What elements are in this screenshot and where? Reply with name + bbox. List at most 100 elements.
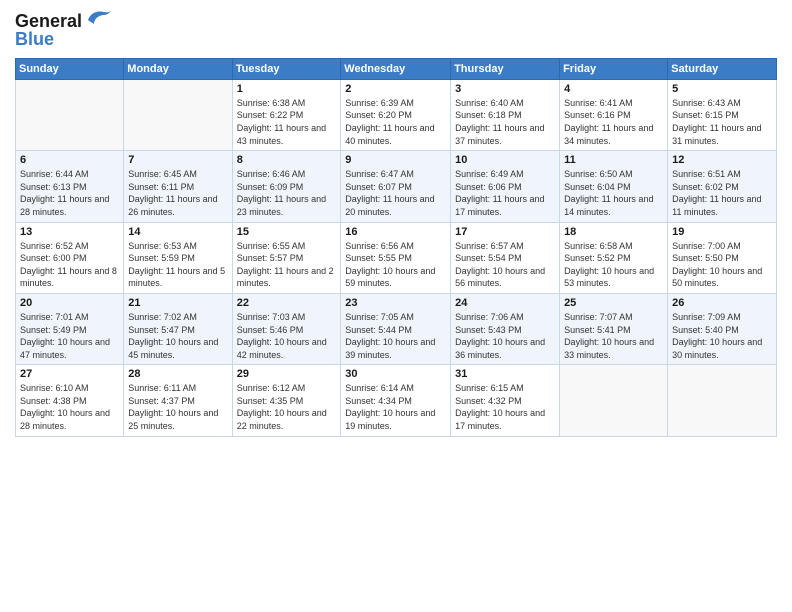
day-detail-13: Sunrise: 6:52 AMSunset: 6:00 PMDaylight:… <box>20 240 119 290</box>
day-number-16: 16 <box>345 226 446 238</box>
day-number-30: 30 <box>345 368 446 380</box>
day-detail-3: Sunrise: 6:40 AMSunset: 6:18 PMDaylight:… <box>455 97 555 147</box>
calendar-day-5: 5Sunrise: 6:43 AMSunset: 6:15 PMDaylight… <box>668 79 777 150</box>
day-number-3: 3 <box>455 83 555 95</box>
day-number-17: 17 <box>455 226 555 238</box>
page: General Blue SundayMondayTuesdayWedne <box>0 0 792 612</box>
weekday-header-tuesday: Tuesday <box>232 58 341 79</box>
calendar-day-1: 1 Sunrise: 6:38 AMSunset: 6:22 PMDaylight… <box>232 79 341 150</box>
weekday-header-sunday: Sunday <box>16 58 124 79</box>
day-number-31: 31 <box>455 368 555 380</box>
calendar-day-16: 16Sunrise: 6:56 AMSunset: 5:55 PMDayligh… <box>341 222 451 293</box>
day-detail-30: Sunrise: 6:14 AMSunset: 4:34 PMDaylight:… <box>345 382 446 432</box>
day-detail-23: Sunrise: 7:05 AMSunset: 5:44 PMDaylight:… <box>345 311 446 361</box>
calendar-day-29: 29 Sunrise: 6:12 AMSunset: 4:35 PMDayligh… <box>232 365 341 436</box>
calendar-day-20: 20 Sunrise: 7:01 AMSunset: 5:49 PMDayligh… <box>16 293 124 364</box>
calendar-day-28: 28 Sunrise: 6:11 AMSunset: 4:37 PMDayligh… <box>124 365 232 436</box>
calendar-day-19: 19 Sunrise: 7:00 AMSunset: 5:50 PMDayligh… <box>668 222 777 293</box>
day-number-20: 20 <box>20 297 119 309</box>
calendar-day-11: 11 Sunrise: 6:50 AMSunset: 6:04 PMDayligh… <box>560 151 668 222</box>
day-detail-10: Sunrise: 6:49 AMSunset: 6:06 PMDaylight:… <box>455 168 555 218</box>
day-detail-17: Sunrise: 6:57 AMSunset: 5:54 PMDaylight:… <box>455 240 555 290</box>
day-number-4: 4 <box>564 83 663 95</box>
day-detail-6: Sunrise: 6:44 AMSunset: 6:13 PMDaylight:… <box>20 168 119 218</box>
day-number-2: 2 <box>345 83 446 95</box>
calendar-day-26: 26 Sunrise: 7:09 AMSunset: 5:40 PMDayligh… <box>668 293 777 364</box>
day-number-29: 29 <box>237 368 337 380</box>
day-detail-28: Sunrise: 6:11 AMSunset: 4:37 PMDaylight:… <box>128 382 227 432</box>
day-number-10: 10 <box>455 154 555 166</box>
calendar-day-25: 25Sunrise: 7:07 AMSunset: 5:41 PMDayligh… <box>560 293 668 364</box>
day-number-11: 11 <box>564 154 663 166</box>
day-detail-19: Sunrise: 7:00 AMSunset: 5:50 PMDaylight:… <box>672 240 772 290</box>
day-detail-22: Sunrise: 7:03 AMSunset: 5:46 PMDaylight:… <box>237 311 337 361</box>
calendar-week-4: 20 Sunrise: 7:01 AMSunset: 5:49 PMDayligh… <box>16 293 777 364</box>
day-number-15: 15 <box>237 226 337 238</box>
day-number-1: 1 <box>237 83 337 95</box>
day-number-6: 6 <box>20 154 119 166</box>
day-detail-1: Sunrise: 6:38 AMSunset: 6:22 PMDaylight:… <box>237 97 337 147</box>
calendar-empty-cell <box>124 79 232 150</box>
day-number-19: 19 <box>672 226 772 238</box>
day-number-5: 5 <box>672 83 772 95</box>
day-detail-2: Sunrise: 6:39 AMSunset: 6:20 PMDaylight:… <box>345 97 446 147</box>
day-detail-4: Sunrise: 6:41 AMSunset: 6:16 PMDaylight:… <box>564 97 663 147</box>
calendar-empty-cell <box>560 365 668 436</box>
calendar-day-24: 24 Sunrise: 7:06 AMSunset: 5:43 PMDayligh… <box>451 293 560 364</box>
day-detail-29: Sunrise: 6:12 AMSunset: 4:35 PMDaylight:… <box>237 382 337 432</box>
calendar-day-9: 9Sunrise: 6:47 AMSunset: 6:07 PMDaylight… <box>341 151 451 222</box>
day-detail-15: Sunrise: 6:55 AMSunset: 5:57 PMDaylight:… <box>237 240 337 290</box>
day-detail-31: Sunrise: 6:15 AMSunset: 4:32 PMDaylight:… <box>455 382 555 432</box>
day-number-18: 18 <box>564 226 663 238</box>
day-number-24: 24 <box>455 297 555 309</box>
day-detail-27: Sunrise: 6:10 AMSunset: 4:38 PMDaylight:… <box>20 382 119 432</box>
day-number-21: 21 <box>128 297 227 309</box>
calendar-day-3: 3 Sunrise: 6:40 AMSunset: 6:18 PMDaylight… <box>451 79 560 150</box>
day-number-12: 12 <box>672 154 772 166</box>
calendar-day-7: 7Sunrise: 6:45 AMSunset: 6:11 PMDaylight… <box>124 151 232 222</box>
calendar-day-8: 8 Sunrise: 6:46 AMSunset: 6:09 PMDaylight… <box>232 151 341 222</box>
calendar-day-15: 15 Sunrise: 6:55 AMSunset: 5:57 PMDayligh… <box>232 222 341 293</box>
calendar-week-1: 1 Sunrise: 6:38 AMSunset: 6:22 PMDaylight… <box>16 79 777 150</box>
day-number-22: 22 <box>237 297 337 309</box>
day-detail-9: Sunrise: 6:47 AMSunset: 6:07 PMDaylight:… <box>345 168 446 218</box>
calendar-day-17: 17 Sunrise: 6:57 AMSunset: 5:54 PMDayligh… <box>451 222 560 293</box>
day-detail-18: Sunrise: 6:58 AMSunset: 5:52 PMDaylight:… <box>564 240 663 290</box>
day-detail-20: Sunrise: 7:01 AMSunset: 5:49 PMDaylight:… <box>20 311 119 361</box>
calendar-week-5: 27 Sunrise: 6:10 AMSunset: 4:38 PMDayligh… <box>16 365 777 436</box>
weekday-header-wednesday: Wednesday <box>341 58 451 79</box>
calendar-day-14: 14Sunrise: 6:53 AMSunset: 5:59 PMDayligh… <box>124 222 232 293</box>
calendar-day-6: 6 Sunrise: 6:44 AMSunset: 6:13 PMDaylight… <box>16 151 124 222</box>
calendar-day-2: 2 Sunrise: 6:39 AMSunset: 6:20 PMDaylight… <box>341 79 451 150</box>
day-detail-14: Sunrise: 6:53 AMSunset: 5:59 PMDaylight:… <box>128 240 227 290</box>
logo-text-line2: Blue <box>15 30 54 50</box>
calendar-week-3: 13Sunrise: 6:52 AMSunset: 6:00 PMDayligh… <box>16 222 777 293</box>
day-detail-8: Sunrise: 6:46 AMSunset: 6:09 PMDaylight:… <box>237 168 337 218</box>
calendar-empty-cell <box>668 365 777 436</box>
calendar-day-21: 21 Sunrise: 7:02 AMSunset: 5:47 PMDayligh… <box>124 293 232 364</box>
day-number-26: 26 <box>672 297 772 309</box>
day-number-23: 23 <box>345 297 446 309</box>
day-detail-12: Sunrise: 6:51 AMSunset: 6:02 PMDaylight:… <box>672 168 772 218</box>
day-detail-21: Sunrise: 7:02 AMSunset: 5:47 PMDaylight:… <box>128 311 227 361</box>
weekday-header-monday: Monday <box>124 58 232 79</box>
calendar-day-27: 27 Sunrise: 6:10 AMSunset: 4:38 PMDayligh… <box>16 365 124 436</box>
day-number-8: 8 <box>237 154 337 166</box>
calendar-day-4: 4 Sunrise: 6:41 AMSunset: 6:16 PMDaylight… <box>560 79 668 150</box>
calendar-day-13: 13Sunrise: 6:52 AMSunset: 6:00 PMDayligh… <box>16 222 124 293</box>
day-detail-11: Sunrise: 6:50 AMSunset: 6:04 PMDaylight:… <box>564 168 663 218</box>
logo: General Blue <box>15 10 112 50</box>
weekday-header-friday: Friday <box>560 58 668 79</box>
calendar-day-10: 10 Sunrise: 6:49 AMSunset: 6:06 PMDayligh… <box>451 151 560 222</box>
logo-bird-icon <box>84 6 112 34</box>
calendar-day-23: 23 Sunrise: 7:05 AMSunset: 5:44 PMDayligh… <box>341 293 451 364</box>
day-number-28: 28 <box>128 368 227 380</box>
calendar-day-30: 30 Sunrise: 6:14 AMSunset: 4:34 PMDayligh… <box>341 365 451 436</box>
calendar-day-12: 12 Sunrise: 6:51 AMSunset: 6:02 PMDayligh… <box>668 151 777 222</box>
calendar-empty-cell <box>16 79 124 150</box>
day-number-27: 27 <box>20 368 119 380</box>
calendar-day-22: 22 Sunrise: 7:03 AMSunset: 5:46 PMDayligh… <box>232 293 341 364</box>
day-detail-26: Sunrise: 7:09 AMSunset: 5:40 PMDaylight:… <box>672 311 772 361</box>
day-detail-24: Sunrise: 7:06 AMSunset: 5:43 PMDaylight:… <box>455 311 555 361</box>
weekday-header-saturday: Saturday <box>668 58 777 79</box>
